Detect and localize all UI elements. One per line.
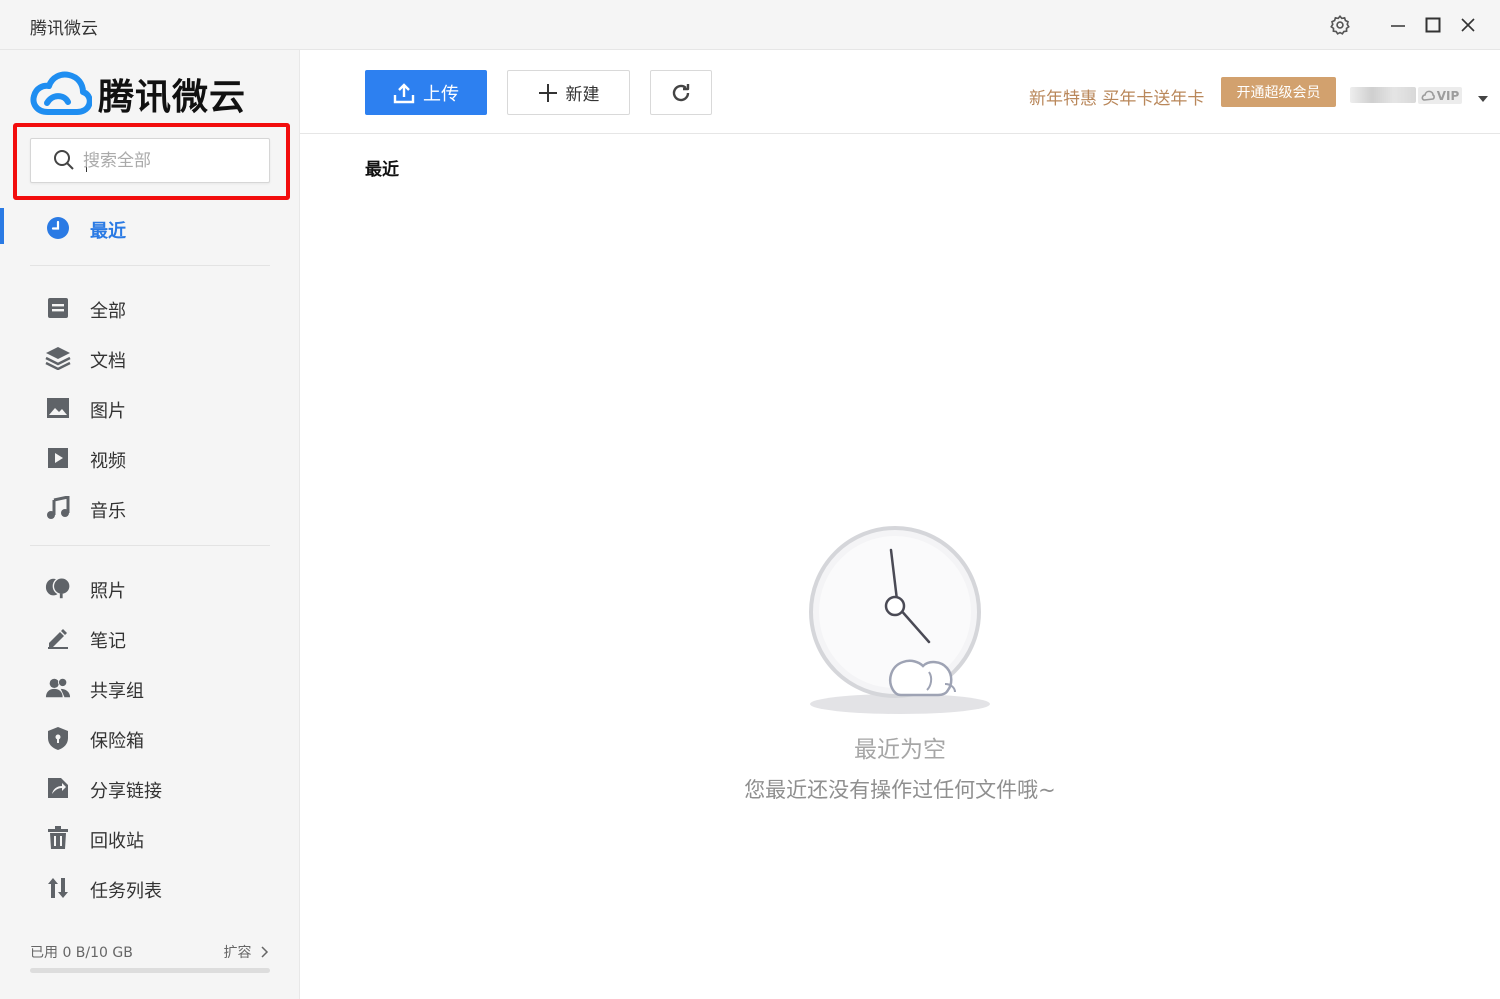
- caret-down-icon: [1478, 96, 1488, 102]
- transfer-icon: [45, 876, 71, 900]
- sidebar-item-videos[interactable]: 视频: [0, 438, 300, 478]
- active-indicator: [0, 208, 4, 244]
- photo-icon: [45, 576, 71, 600]
- music-icon: [45, 496, 71, 520]
- upload-icon: [393, 82, 415, 103]
- sidebar-item-label: 保险箱: [90, 731, 144, 752]
- app-logo: 腾讯微云: [30, 68, 246, 120]
- clock-icon: [45, 216, 71, 240]
- maximize-button[interactable]: [1418, 10, 1448, 40]
- sidebar-item-music[interactable]: 音乐: [0, 488, 300, 528]
- toolbar: 上传 新建 新年特惠 买年卡送年卡 开通超级会员 VIP: [300, 50, 1500, 134]
- promo-text[interactable]: 新年特惠 买年卡送年卡: [1029, 84, 1204, 109]
- sidebar-item-label: 全部: [90, 301, 126, 322]
- file-all-icon: [45, 296, 71, 320]
- sidebar-item-images[interactable]: 图片: [0, 388, 300, 428]
- new-label: 新建: [565, 85, 600, 105]
- sidebar-item-safe[interactable]: 保险箱: [0, 718, 300, 758]
- account-dropdown[interactable]: [1477, 88, 1489, 107]
- settings-button[interactable]: [1325, 10, 1355, 40]
- sidebar-item-photos[interactable]: 照片: [0, 568, 300, 608]
- upload-button[interactable]: 上传: [365, 70, 487, 115]
- gear-icon: [1330, 15, 1350, 35]
- sidebar-item-recycle-bin[interactable]: 回收站: [0, 818, 300, 858]
- username[interactable]: [1350, 87, 1416, 103]
- sidebar-item-label: 视频: [90, 451, 126, 472]
- shield-icon: [45, 726, 71, 750]
- search-icon: [54, 150, 74, 170]
- close-icon: [1461, 18, 1475, 32]
- sidebar-item-label: 分享链接: [90, 781, 162, 802]
- vip-badge: VIP: [1418, 87, 1462, 104]
- sidebar-item-label: 照片: [90, 581, 126, 602]
- empty-clock-illustration: [805, 520, 995, 724]
- storage-progress-bar: [30, 968, 270, 973]
- pen-icon: [45, 626, 71, 650]
- share-icon: [45, 776, 71, 800]
- sidebar-item-notes[interactable]: 笔记: [0, 618, 300, 658]
- cloud-logo-icon: [30, 71, 92, 115]
- title-bar: 腾讯微云: [0, 0, 1500, 50]
- main-content: 上传 新建 新年特惠 买年卡送年卡 开通超级会员 VIP 最近 最近为空 您最近…: [300, 50, 1500, 999]
- logo-text: 腾讯微云: [98, 77, 247, 118]
- sidebar-item-share-groups[interactable]: 共享组: [0, 668, 300, 708]
- empty-state-subtitle: 您最近还没有操作过任何文件哦~: [744, 778, 1056, 802]
- expand-storage-link[interactable]: 扩容: [224, 942, 270, 962]
- sidebar-item-label: 文档: [90, 351, 126, 372]
- sidebar-item-all[interactable]: 全部: [0, 288, 300, 328]
- refresh-button[interactable]: [650, 70, 712, 115]
- search-box[interactable]: [30, 138, 270, 183]
- close-button[interactable]: [1453, 10, 1483, 40]
- video-icon: [45, 446, 71, 470]
- upload-label: 上传: [423, 83, 459, 105]
- sidebar-item-label: 共享组: [90, 681, 144, 702]
- sidebar-item-recent[interactable]: 最近: [0, 208, 300, 248]
- vip-badge-text: VIP: [1436, 88, 1460, 103]
- window-title: 腾讯微云: [30, 19, 98, 39]
- storage-used-text: 已用 0 B/10 GB: [30, 945, 133, 961]
- empty-clock-icon: [809, 526, 990, 714]
- search-input[interactable]: [83, 147, 263, 175]
- cloud-icon: [1421, 90, 1435, 101]
- sidebar-item-label: 音乐: [90, 501, 126, 522]
- sidebar-item-label: 回收站: [90, 831, 144, 852]
- plus-icon: [538, 83, 557, 102]
- maximize-icon: [1425, 17, 1441, 33]
- sidebar-item-label: 任务列表: [90, 881, 162, 902]
- storage-info: 已用 0 B/10 GB 扩容: [30, 942, 270, 962]
- new-button[interactable]: 新建: [507, 70, 630, 115]
- sidebar-item-documents[interactable]: 文档: [0, 338, 300, 378]
- empty-state-title: 最近为空: [854, 737, 946, 763]
- users-icon: [45, 676, 71, 700]
- layers-icon: [45, 346, 71, 370]
- section-title: 最近: [365, 160, 399, 180]
- chevron-right-icon: [261, 946, 269, 958]
- trash-icon: [45, 826, 71, 850]
- refresh-icon: [672, 83, 690, 101]
- sidebar-item-label: 最近: [90, 221, 126, 242]
- sidebar-divider: [30, 265, 270, 266]
- image-icon: [45, 396, 71, 420]
- sidebar-item-share-links[interactable]: 分享链接: [0, 768, 300, 808]
- minimize-button[interactable]: [1383, 10, 1413, 40]
- sidebar-item-task-list[interactable]: 任务列表: [0, 868, 300, 908]
- sidebar-divider: [30, 545, 270, 546]
- sidebar-item-label: 图片: [90, 401, 126, 422]
- sidebar: 腾讯微云 最近 全部 文档 图片: [0, 50, 300, 999]
- expand-storage-label: 扩容: [223, 945, 252, 961]
- upgrade-vip-button[interactable]: 开通超级会员: [1221, 77, 1336, 107]
- sidebar-item-label: 笔记: [90, 631, 126, 652]
- minimize-icon: [1391, 25, 1405, 27]
